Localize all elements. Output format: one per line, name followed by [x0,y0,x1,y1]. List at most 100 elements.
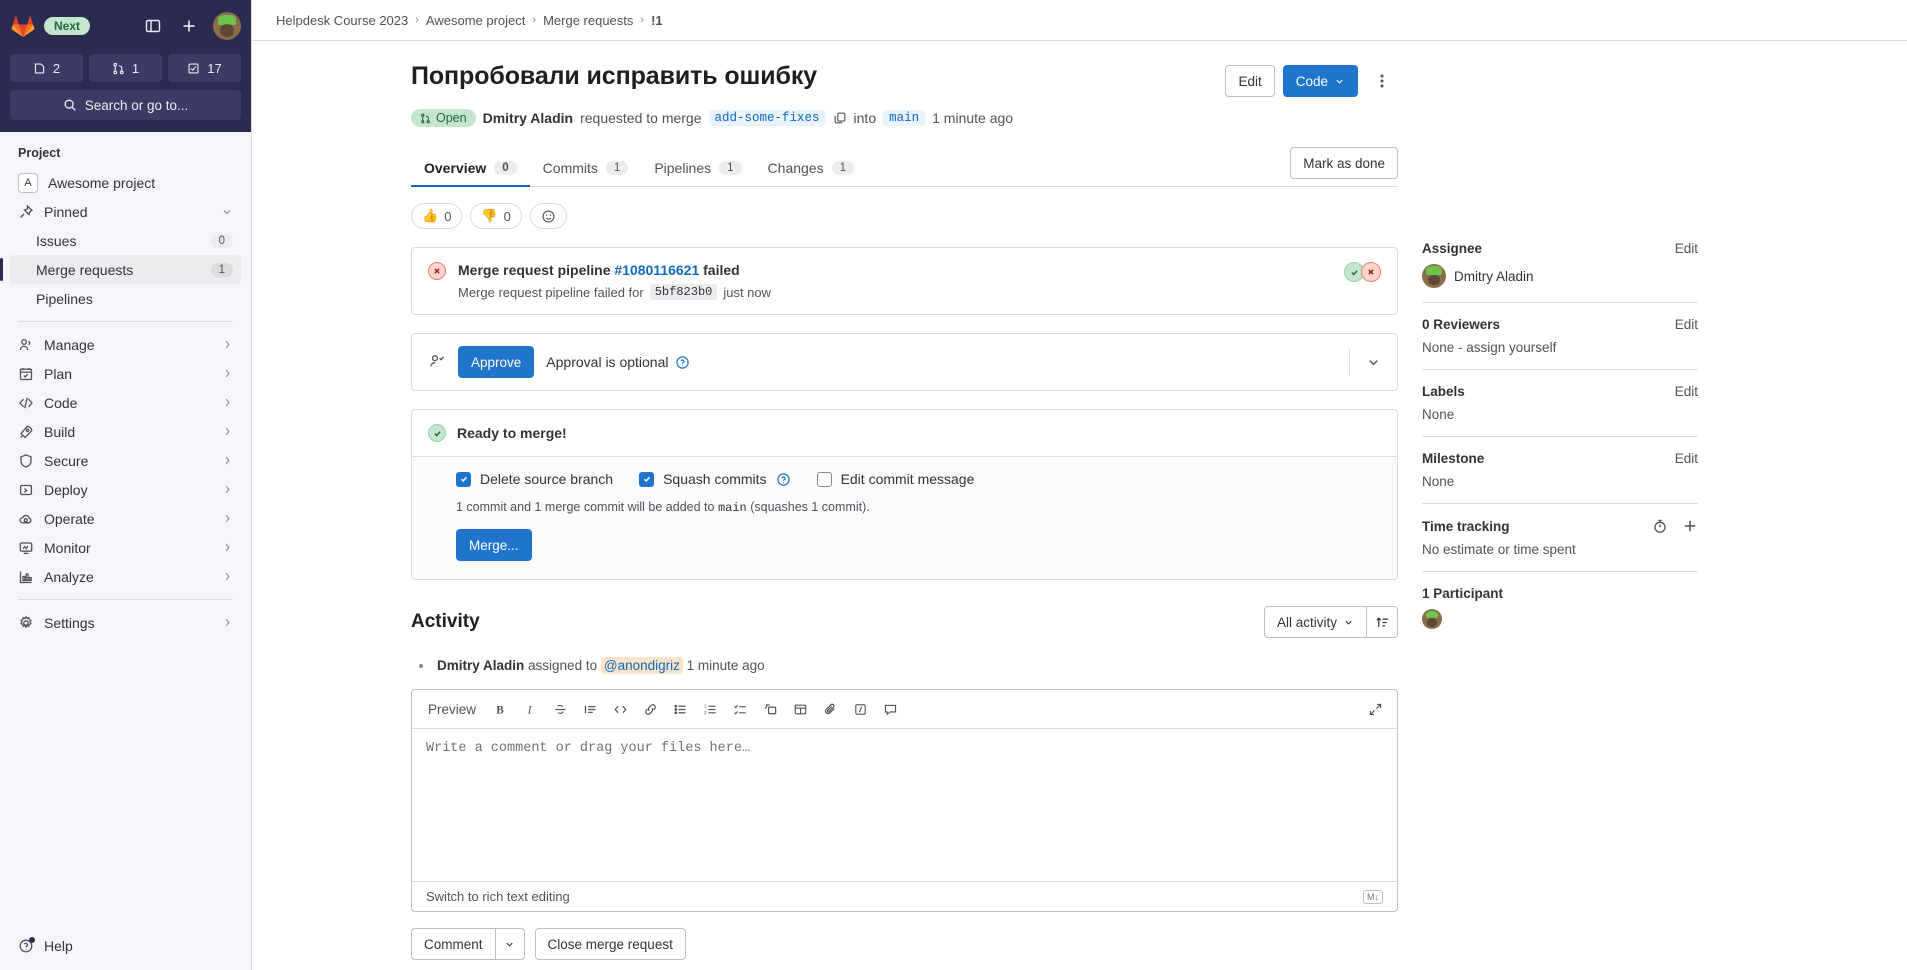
chevron-down-icon [1334,76,1345,87]
milestone-edit-button[interactable]: Edit [1675,451,1698,466]
search-placeholder: Search or go to... [84,97,189,113]
sidebar-item-analyze[interactable]: Analyze [10,562,241,591]
more-actions-button[interactable] [1366,65,1398,97]
thumbsdown-reaction[interactable]: 👎 0 [470,203,522,229]
sidebar-count-issues[interactable]: 2 [10,54,83,82]
merge-note: 1 commit and 1 merge commit will be adde… [456,500,1381,515]
add-time-estimate-icon[interactable] [1682,518,1698,534]
labels-edit-button[interactable]: Edit [1675,384,1698,399]
activity-sort-button[interactable] [1366,606,1398,638]
approval-expand-button[interactable] [1349,349,1381,375]
pipeline-commit-sha[interactable]: 5bf823b0 [649,284,718,300]
sidebar-item-monitor[interactable]: Monitor [10,533,241,562]
checkbox-box [456,471,471,487]
strikethrough-icon[interactable] [546,695,574,723]
sidebar-item-merge-requests[interactable]: Merge requests 1 [0,255,241,284]
table-icon[interactable] [786,695,814,723]
checklist-icon[interactable] [726,695,754,723]
code-dropdown-button[interactable]: Code [1282,65,1358,97]
user-avatar[interactable] [213,12,241,40]
edit-button[interactable]: Edit [1225,65,1275,97]
sidebar-item-deploy[interactable]: Deploy [10,475,241,504]
comment-template-icon[interactable] [876,695,904,723]
toggle-sidebar-icon[interactable] [141,14,165,38]
chevron-right-icon [222,617,233,628]
comment-editor: Preview B I 12 Write a comment or drag y… [411,689,1398,912]
thumbsup-reaction[interactable]: 👍 0 [411,203,463,229]
add-reaction-button[interactable] [529,203,567,229]
activity-filter-dropdown[interactable]: All activity [1263,606,1367,638]
link-icon[interactable] [636,695,664,723]
sidebar-item-manage[interactable]: Manage [10,330,241,359]
approve-button[interactable]: Approve [458,346,535,378]
sidebar-item-secure[interactable]: Secure [10,446,241,475]
quote-icon[interactable] [576,695,604,723]
comment-textarea[interactable]: Write a comment or drag your files here… [412,729,1397,881]
source-branch[interactable]: add-some-fixes [708,110,826,126]
search-input[interactable]: Search or go to... [10,90,241,120]
tab-commits[interactable]: Commits 1 [530,151,642,187]
delete-source-branch-checkbox[interactable]: Delete source branch [456,471,613,487]
code-icon[interactable] [606,695,634,723]
participant-avatar[interactable] [1422,609,1442,629]
assignee-avatar[interactable] [1422,264,1446,288]
approval-help-icon[interactable] [675,355,690,370]
comment-dropdown-button[interactable] [494,928,525,960]
assignee-name[interactable]: Dmitry Aladin [1454,269,1534,284]
breadcrumb-group[interactable]: Helpdesk Course 2023 [276,13,408,28]
reviewers-edit-button[interactable]: Edit [1675,317,1698,332]
create-new-icon[interactable] [177,14,201,38]
bullet-list-icon[interactable] [666,695,694,723]
sidebar-item-project[interactable]: A Awesome project [10,168,241,197]
close-merge-request-button[interactable]: Close merge request [534,928,686,960]
tab-pipelines[interactable]: Pipelines 1 [641,151,754,187]
copy-branch-icon[interactable] [833,111,847,125]
preview-toggle[interactable]: Preview [420,698,484,721]
comment-button[interactable]: Comment [411,928,496,960]
merge-button[interactable]: Merge... [456,529,532,561]
sidebar-count-mr-value: 1 [131,60,140,76]
sidebar-item-help[interactable]: Help [0,928,251,970]
breadcrumb-project[interactable]: Awesome project [426,13,525,28]
breadcrumb-separator: › [415,14,419,26]
shield-icon [18,453,34,469]
sidebar-count-todos[interactable]: 17 [168,54,241,82]
italic-icon[interactable]: I [516,695,544,723]
collapsible-icon[interactable] [756,695,784,723]
pipeline-stage-failed-icon[interactable] [1361,262,1381,282]
switch-to-rich-text-link[interactable]: Switch to rich text editing [426,889,570,904]
sidebar-item-plan[interactable]: Plan [10,359,241,388]
sidebar-item-issues[interactable]: Issues 0 [10,226,241,255]
sidebar-count-merge-requests[interactable]: 1 [89,54,162,82]
tab-overview[interactable]: Overview 0 [411,151,530,187]
stopwatch-icon[interactable] [1652,518,1668,534]
pipeline-title-suffix: failed [703,262,740,278]
pipeline-id-link[interactable]: #1080116621 [614,262,699,278]
squash-commits-checkbox[interactable]: Squash commits [639,471,790,487]
sort-ascending-icon [1375,616,1388,627]
sidebar-item-operate[interactable]: Operate [10,504,241,533]
numbered-list-icon[interactable]: 12 [696,695,724,723]
target-branch[interactable]: main [883,110,926,126]
mark-as-done-button[interactable]: Mark as done [1290,147,1398,179]
edit-commit-message-checkbox[interactable]: Edit commit message [816,471,974,487]
breadcrumb-merge-requests[interactable]: Merge requests [543,13,633,28]
sidebar-item-pipelines[interactable]: Pipelines [10,284,241,313]
breadcrumb-current[interactable]: !1 [651,13,663,28]
tab-changes[interactable]: Changes 1 [755,151,867,187]
search-icon [64,99,76,111]
sidebar-item-build[interactable]: Build [10,417,241,446]
assignee-edit-button[interactable]: Edit [1675,241,1698,256]
fullscreen-icon[interactable] [1361,695,1389,723]
note-mention[interactable]: @anondigriz [600,657,683,674]
sidebar-item-code[interactable]: Code [10,388,241,417]
snippet-icon[interactable] [846,695,874,723]
attachment-icon[interactable] [816,695,844,723]
sidebar-item-settings[interactable]: Settings [10,608,241,637]
sidebar-section-labels: Labels Edit None [1422,370,1698,437]
ready-to-merge-text: Ready to merge! [457,425,567,441]
squash-help-icon[interactable] [776,472,791,487]
bold-icon[interactable]: B [486,695,514,723]
merge-request-main-column: Попробовали исправить ошибку Edit Code O… [252,41,1422,970]
sidebar-item-pinned[interactable]: Pinned [10,197,241,226]
